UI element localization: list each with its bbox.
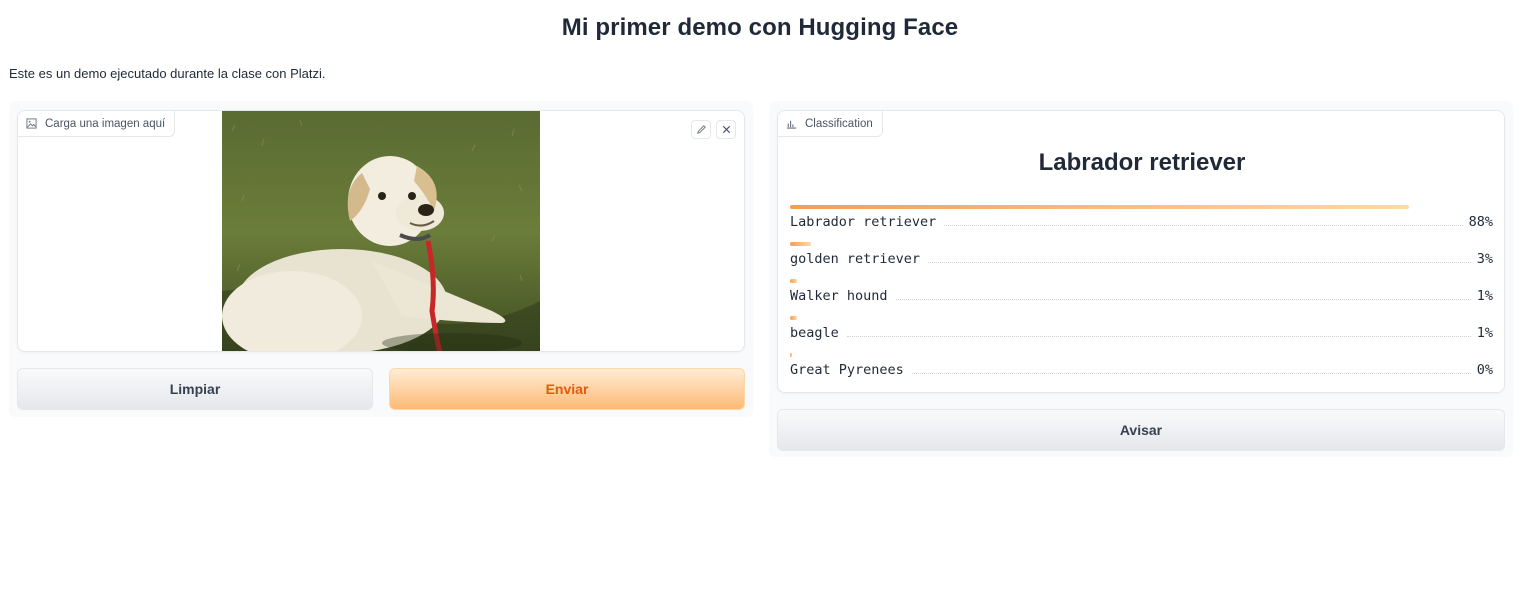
confidence-row: Labrador retriever 88% — [790, 205, 1493, 242]
confidence-bar — [790, 242, 811, 246]
bar-chart-icon — [786, 120, 797, 129]
confidence-percent: 1% — [1476, 288, 1493, 304]
confidence-percent: 88% — [1468, 214, 1493, 230]
output-panel: Classification Labrador retriever Labrad… — [769, 101, 1513, 457]
confidence-bar — [790, 316, 797, 320]
classification-block-label-text: Classification — [805, 117, 873, 130]
confidence-row: Great Pyrenees 0% — [790, 353, 1493, 390]
confidence-row: Walker hound 1% — [790, 279, 1493, 316]
clear-button[interactable]: Limpiar — [17, 368, 373, 410]
image-block-label-text: Carga una imagen aquí — [45, 117, 166, 130]
image-upload-area[interactable]: Carga una imagen aquí — [17, 110, 745, 352]
dotted-leader — [911, 373, 1471, 374]
confidence-label: golden retriever — [790, 251, 921, 267]
confidence-percent: 1% — [1476, 325, 1493, 341]
page-title: Mi primer demo con Hugging Face — [561, 14, 959, 41]
classification-output: Classification Labrador retriever Labrad… — [777, 110, 1505, 393]
pencil-icon[interactable] — [691, 120, 711, 139]
confidence-percent: 3% — [1476, 251, 1493, 267]
classification-block-label: Classification — [778, 111, 883, 137]
confidence-bar — [790, 205, 1409, 209]
image-icon — [26, 118, 37, 129]
top-prediction: Labrador retriever — [1038, 149, 1246, 176]
image-tools — [691, 120, 736, 139]
confidence-bar — [790, 353, 792, 357]
uploaded-dog-photo — [222, 111, 540, 351]
dotted-leader — [928, 262, 1471, 263]
confidence-label: beagle — [790, 325, 839, 341]
confidence-label: Walker hound — [790, 288, 888, 304]
input-panel: Carga una imagen aquí Limpiar Enviar — [9, 101, 753, 417]
confidence-label: Labrador retriever — [790, 214, 937, 230]
flag-button[interactable]: Avisar — [777, 409, 1505, 451]
confidence-label: Great Pyrenees — [790, 362, 904, 378]
dotted-leader — [846, 336, 1471, 337]
close-icon[interactable] — [716, 120, 736, 139]
confidence-bar — [790, 279, 797, 283]
page-description: Este es un demo ejecutado durante la cla… — [9, 66, 326, 81]
dotted-leader — [944, 225, 1463, 226]
confidence-percent: 0% — [1476, 362, 1493, 378]
submit-button[interactable]: Enviar — [389, 368, 745, 410]
image-block-label: Carga una imagen aquí — [18, 111, 176, 137]
confidence-row: beagle 1% — [790, 316, 1493, 353]
dotted-leader — [895, 299, 1471, 300]
confidence-row: golden retriever 3% — [790, 242, 1493, 279]
